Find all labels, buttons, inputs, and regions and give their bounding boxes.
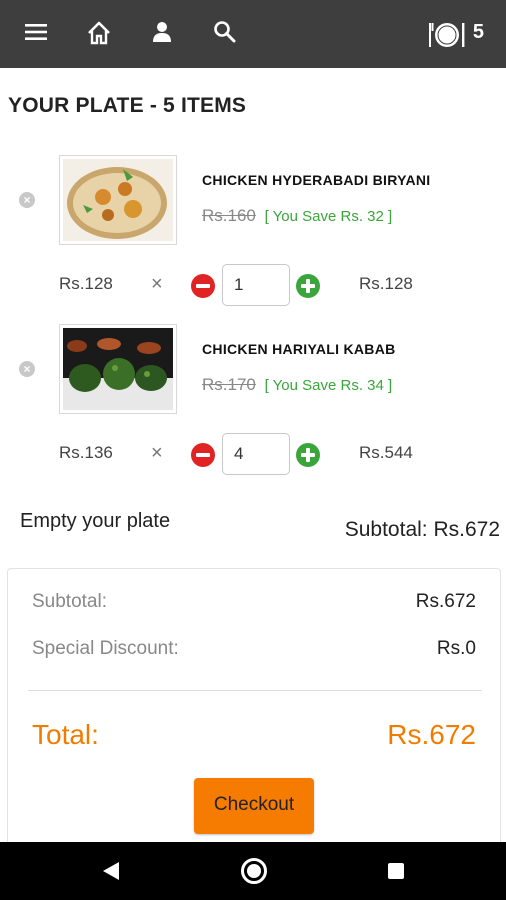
quantity-row: Rs.128 × 1 Rs.128 — [0, 264, 506, 306]
line-total: Rs.128 — [359, 274, 413, 293]
total-row: Total: Rs.672 — [32, 719, 476, 751]
original-price: Rs.160 — [202, 206, 256, 225]
recents-icon[interactable] — [388, 863, 404, 879]
discount-label: Special Discount: — [32, 638, 179, 659]
unit-price: Rs.128 — [59, 274, 113, 293]
menu-icon[interactable] — [24, 20, 52, 48]
increase-quantity-button[interactable] — [296, 274, 320, 298]
quantity-input[interactable]: 1 — [222, 264, 290, 306]
subtotal-inline: Subtotal: Rs.672 — [344, 518, 500, 541]
item-name: CHICKEN HARIYALI KABAB — [202, 341, 396, 357]
total-value: Rs.672 — [387, 719, 476, 750]
plate-icon[interactable] — [428, 21, 466, 49]
system-nav-bar — [0, 842, 506, 900]
unit-price: Rs.136 — [59, 443, 113, 462]
home-icon[interactable] — [86, 20, 114, 48]
profile-icon[interactable] — [150, 20, 178, 48]
item-image-kabab — [59, 324, 177, 414]
checkout-button[interactable]: Checkout — [194, 778, 314, 834]
decrease-quantity-button[interactable] — [191, 274, 215, 298]
discount-row: Special Discount: Rs.0 — [32, 638, 476, 660]
multiply-icon: × — [151, 442, 163, 464]
search-icon[interactable] — [213, 20, 241, 48]
discount-value: Rs.0 — [436, 638, 476, 659]
back-icon[interactable] — [102, 861, 120, 886]
savings-label: [ You Save Rs. 32 ] — [264, 208, 393, 225]
empty-plate-link[interactable]: Empty your plate — [20, 510, 170, 533]
quantity-row: Rs.136 × 4 Rs.544 — [0, 433, 506, 475]
item-price-row: Rs.170 [ You Save Rs. 34 ] — [202, 375, 392, 395]
subtotal-value: Rs.672 — [415, 591, 476, 612]
line-total: Rs.544 — [359, 443, 413, 462]
decrease-quantity-button[interactable] — [191, 443, 215, 467]
subtotal-label: Subtotal: — [32, 591, 107, 612]
remove-item-icon[interactable]: × — [19, 192, 35, 208]
remove-item-icon[interactable]: × — [19, 361, 35, 377]
savings-label: [ You Save Rs. 34 ] — [264, 377, 393, 394]
increase-quantity-button[interactable] — [296, 443, 320, 467]
page-title: YOUR PLATE - 5 ITEMS — [8, 94, 247, 117]
subtotal-row: Subtotal: Rs.672 — [32, 591, 476, 613]
item-price-row: Rs.160 [ You Save Rs. 32 ] — [202, 206, 392, 226]
original-price: Rs.170 — [202, 375, 256, 394]
home-circle-icon[interactable] — [241, 858, 267, 884]
total-label: Total: — [32, 719, 99, 750]
multiply-icon: × — [151, 273, 163, 295]
order-summary-card: Subtotal: Rs.672 Special Discount: Rs.0 … — [7, 568, 501, 858]
item-image-biryani — [59, 155, 177, 245]
plate-count-badge[interactable]: 5 — [473, 21, 484, 44]
divider — [28, 690, 482, 691]
item-name: CHICKEN HYDERABADI BIRYANI — [202, 172, 431, 188]
app-bar: 5 — [0, 0, 506, 68]
quantity-input[interactable]: 4 — [222, 433, 290, 475]
